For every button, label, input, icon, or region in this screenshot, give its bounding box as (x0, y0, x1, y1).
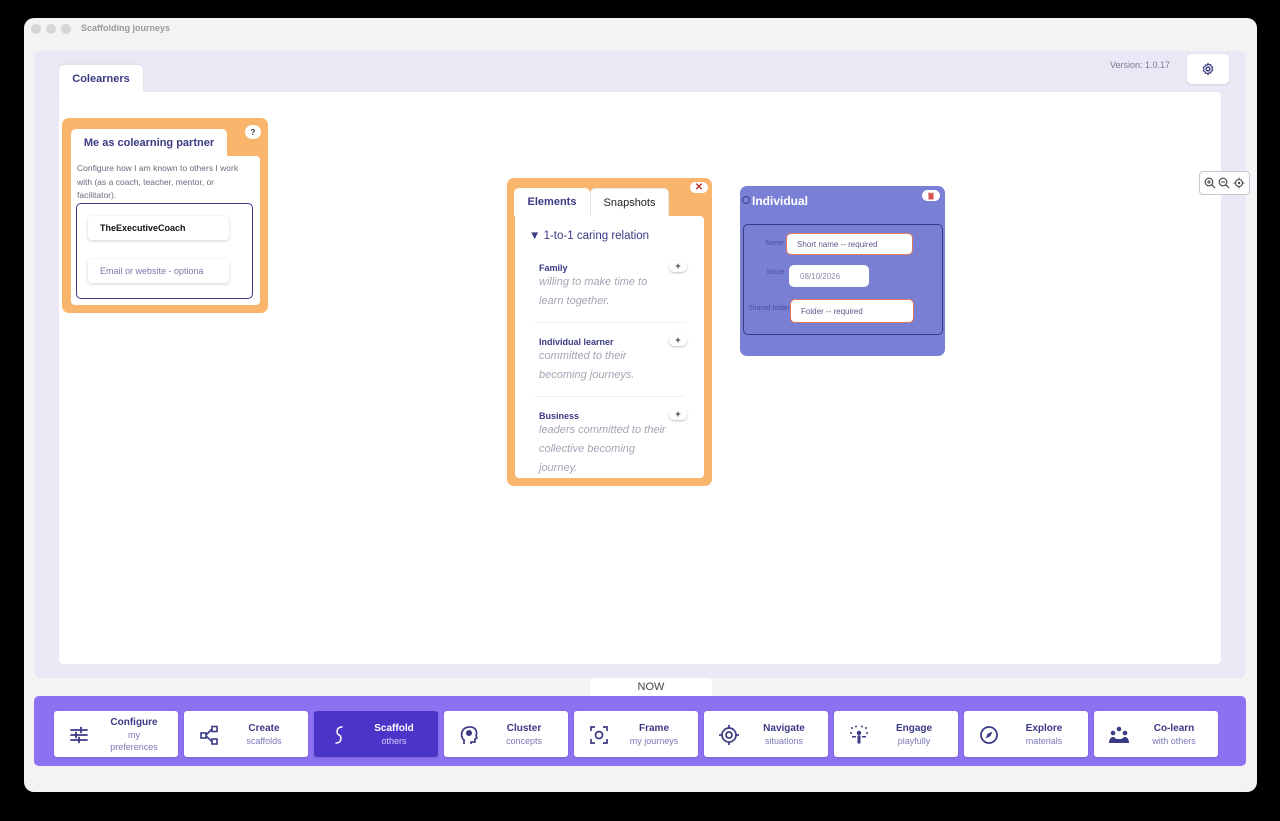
nav-cluster[interactable]: Cluster concepts (444, 711, 568, 757)
close-window-button[interactable] (31, 24, 41, 34)
zoom-controls (1199, 171, 1250, 195)
elements-list: ▼ 1-to-1 caring relation Family willing … (515, 216, 704, 478)
nav-colearn-label: Co-learn (1153, 722, 1195, 734)
element-business-desc: leaders committed to their collective be… (539, 424, 666, 474)
partner-card-body: Configure how I am known to others I wor… (71, 156, 260, 305)
group-toggle[interactable]: ▼ 1-to-1 caring relation (529, 230, 649, 242)
title-bar: Scaffolding journeys (24, 18, 1257, 40)
tab-snapshots[interactable]: Snapshots (590, 188, 669, 216)
folder-field[interactable]: Folder -- required (790, 299, 914, 323)
zoom-window-button[interactable] (61, 24, 71, 34)
recenter-icon[interactable] (1233, 177, 1245, 189)
nav-scaffold-sub: others (381, 735, 407, 746)
nav-navigate-sub: situations (764, 735, 804, 746)
crosshair-icon (719, 725, 739, 745)
window-title: Scaffolding journeys (81, 23, 171, 33)
name-field[interactable]: Short name -- required (786, 233, 913, 255)
settings-button[interactable] (1187, 54, 1229, 84)
partner-description: Configure how I am known to others I wor… (77, 163, 239, 200)
partner-fields: TheExecutiveCoach Email or website - opt… (76, 203, 253, 299)
nav-create[interactable]: Create scaffolds (184, 711, 308, 757)
now-indicator: NOW (590, 678, 712, 696)
nav-navigate-label: Navigate (763, 722, 805, 734)
zoom-in-icon[interactable] (1204, 177, 1216, 189)
nav-frame[interactable]: Frame my journeys (574, 711, 698, 757)
tab-elements[interactable]: Elements (514, 188, 590, 216)
group-icon (1109, 726, 1129, 743)
nav-engage[interactable]: Engage playfully (834, 711, 958, 757)
nav-create-sub: scaffolds (246, 735, 282, 746)
element-family-desc: willing to make time to learn together. (539, 276, 648, 307)
nav-engage-label: Engage (895, 722, 933, 734)
add-business-button[interactable]: + (669, 409, 687, 420)
element-individual-name: Individual learner (539, 337, 614, 347)
nodes-icon (200, 725, 218, 745)
elements-card[interactable]: ✕ Elements Snapshots ▼ 1-to-1 caring rel… (507, 178, 712, 486)
nav-colearn-sub: with others (1152, 735, 1196, 746)
zoom-out-icon[interactable] (1218, 177, 1230, 189)
nav-explore-sub: materials (1025, 735, 1063, 746)
compass-icon (980, 726, 998, 744)
version-label: Version: 1.0.17 (1110, 60, 1171, 70)
nav-explore-label: Explore (1025, 722, 1063, 734)
partner-card-title: Me as colearning partner (71, 129, 227, 156)
nav-frame-label: Frame (638, 722, 669, 734)
partner-email-field[interactable]: Email or website - optiona (88, 259, 229, 283)
nav-frame-sub: my journeys (629, 735, 679, 746)
element-individual-desc: committed to their becoming journeys. (539, 350, 635, 381)
bottom-nav: Configure my preferences Create scaffolds … (34, 696, 1246, 766)
nav-configure[interactable]: Configure my preferences (54, 711, 178, 757)
nav-explore[interactable]: Explore materials (964, 711, 1088, 757)
nav-cluster-sub: concepts (505, 735, 543, 746)
element-business-name: Business (539, 411, 580, 421)
nav-scaffold-label: Scaffold (374, 722, 414, 734)
since-date-field[interactable]: 08/10/2026 (789, 265, 869, 287)
frame-target-icon (590, 726, 608, 744)
sliders-icon (70, 726, 88, 744)
divider (535, 322, 685, 323)
since-label: Since (766, 269, 784, 276)
partner-name-field[interactable]: TheExecutiveCoach (88, 216, 229, 240)
nav-navigate[interactable]: Navigate situations (704, 711, 828, 757)
nav-engage-sub: playfully (897, 735, 931, 746)
individual-form: Name Short name -- required Since 08/10/… (743, 224, 943, 335)
name-label: Name (765, 240, 784, 247)
nav-create-label: Create (248, 722, 280, 734)
nav-cluster-label: Cluster (506, 722, 542, 734)
add-individual-button[interactable]: + (669, 335, 687, 346)
connector-dot[interactable] (742, 196, 750, 204)
minimize-window-button[interactable] (46, 24, 56, 34)
trash-icon (928, 192, 934, 199)
gear-icon (1202, 62, 1214, 76)
nav-configure-label: Configure (110, 716, 158, 728)
colearning-partner-card[interactable]: Me as colearning partner ? Configure how… (62, 118, 268, 313)
individual-card-title: Individual (752, 194, 809, 208)
nav-colearn[interactable]: Co-learn with others (1094, 711, 1218, 757)
app-window: Scaffolding journeys Colearners Version:… (24, 18, 1257, 792)
confetti-person-icon (850, 725, 868, 744)
head-brain-icon (460, 726, 478, 744)
delete-card-button[interactable] (922, 190, 940, 201)
folder-label: Shared folder (747, 305, 790, 312)
element-family-name: Family (539, 263, 568, 273)
individual-card[interactable]: Individual Name Short name -- required S… (740, 186, 945, 356)
help-button[interactable]: ? (245, 125, 261, 139)
divider (535, 396, 685, 397)
close-card-button[interactable]: ✕ (690, 182, 708, 193)
nav-configure-sub: my preferences (110, 729, 158, 752)
path-s-icon (335, 726, 343, 744)
nav-scaffold[interactable]: Scaffold others (314, 711, 438, 757)
add-family-button[interactable]: + (669, 261, 687, 272)
tab-colearners[interactable]: Colearners (59, 65, 143, 92)
